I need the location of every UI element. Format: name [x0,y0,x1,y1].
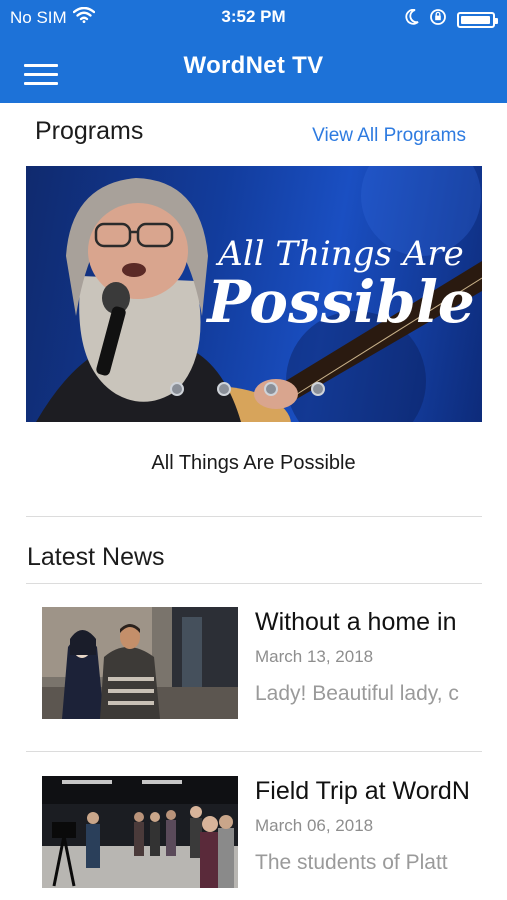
app-title: WordNet TV [183,52,324,79]
section-divider [26,516,482,517]
news-date: March 13, 2018 [255,647,374,666]
moon-icon [405,8,419,30]
battery-icon [457,11,498,28]
news-item[interactable]: Without a home in March 13, 2018 Lady! B… [0,600,507,740]
carousel-page-indicator [170,382,370,398]
news-date: March 06, 2018 [255,816,374,835]
news-item[interactable]: Field Trip at WordN March 06, 2018 The s… [0,769,507,900]
status-bar: No SIM 3:52 PM [0,0,507,34]
banner-title-art: All Things Are Possible [206,234,476,336]
program-caption[interactable]: All Things Are Possible [0,452,507,475]
latest-news-heading: Latest News [27,543,165,571]
carousel-dot-2[interactable] [217,382,231,396]
news-thumbnail [42,776,238,888]
news-headline: Field Trip at WordN [255,777,469,805]
view-all-programs-link[interactable]: View All Programs [312,125,466,147]
news-divider [26,751,482,752]
app-header: No SIM 3:52 PM WordNet TV [0,0,507,103]
news-snippet: The students of Platt [255,851,448,874]
news-thumbnail [42,607,238,719]
orientation-lock-icon [429,8,447,31]
programs-heading: Programs [35,117,144,145]
news-headline: Without a home in [255,608,457,636]
carousel-dot-3[interactable] [264,382,278,396]
navigation-bar: WordNet TV [0,34,507,103]
news-heading-divider [26,583,482,584]
status-right [405,8,498,31]
banner-title-line2: Possible [207,268,475,336]
battery-level-fill [461,15,490,24]
carousel-dot-1[interactable] [170,382,184,396]
carousel-dot-4[interactable] [311,382,325,396]
hamburger-line [24,82,58,85]
news-snippet: Lady! Beautiful lady, c [255,682,459,705]
